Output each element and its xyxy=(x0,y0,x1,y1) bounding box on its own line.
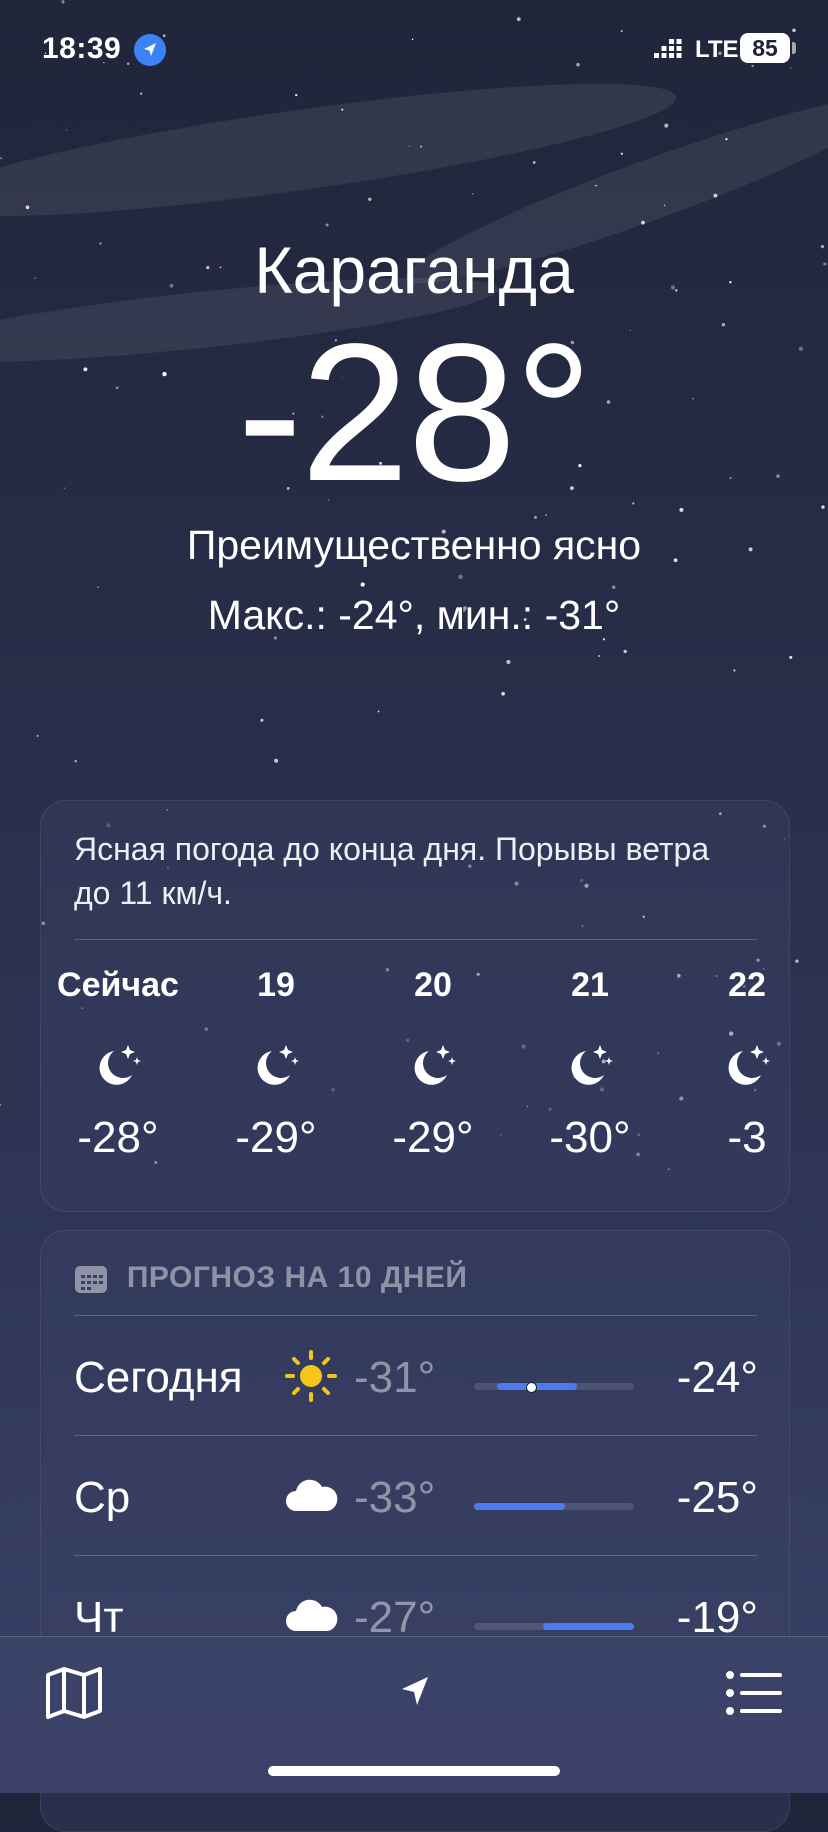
hourly-item: 22 -3 xyxy=(667,963,790,1163)
cloud-icon xyxy=(282,1467,340,1525)
day-name: Сегодня xyxy=(74,1353,243,1402)
day-high-temperature: -24° xyxy=(676,1353,758,1402)
hourly-item: 19 -29° xyxy=(196,963,356,1163)
hour-temperature: -29° xyxy=(235,1113,317,1162)
hour-label: Сейчас xyxy=(57,966,179,1004)
hour-label: 22 xyxy=(728,966,766,1004)
hour-temperature: -30° xyxy=(549,1113,631,1162)
current-temperature-dot xyxy=(526,1382,538,1393)
daily-forecast-header: ПРОГНОЗ НА 10 ДНЕЙ xyxy=(74,1253,467,1303)
current-temperature: -28° xyxy=(237,303,593,522)
day-row[interactable]: Ср -33° -25° xyxy=(74,1437,758,1555)
battery-icon: 85 xyxy=(740,33,790,63)
high-low-temperature: Макс.: -24°, мин.: -31° xyxy=(207,592,621,638)
temperature-range-fill xyxy=(542,1623,634,1630)
day-name: Ср xyxy=(74,1473,131,1522)
home-indicator[interactable] xyxy=(268,1766,560,1776)
hourly-forecast-card[interactable]: Ясная погода до конца дня. Порывы ветра … xyxy=(40,800,790,1212)
day-row[interactable]: Сегодня -31° -24° xyxy=(74,1317,758,1435)
sun-icon xyxy=(285,1350,337,1402)
hourly-item: Сейчас -28° xyxy=(41,963,198,1163)
divider xyxy=(74,1315,757,1316)
hourly-summary: Ясная погода до конца дня. Порывы ветра … xyxy=(74,831,710,911)
temperature-range-bar xyxy=(474,1503,634,1510)
status-time: 18:39 xyxy=(42,32,122,65)
hour-label: 19 xyxy=(257,966,295,1004)
hour-temperature: -3 xyxy=(727,1113,767,1162)
moon-stars-icon xyxy=(562,1037,618,1093)
cellular-signal-icon xyxy=(654,39,682,58)
temperature-range-bar xyxy=(474,1382,634,1393)
day-low-temperature: -33° xyxy=(354,1473,436,1522)
temperature-range-bar xyxy=(474,1623,634,1630)
hour-temperature: -29° xyxy=(392,1113,474,1162)
moon-stars-icon xyxy=(248,1037,304,1093)
location-arrow-icon[interactable] xyxy=(398,1673,434,1709)
divider xyxy=(74,939,757,940)
map-icon[interactable] xyxy=(44,1665,104,1721)
hourly-item: 21 -30° xyxy=(510,963,670,1163)
temperature-range-fill xyxy=(474,1503,566,1510)
list-icon[interactable] xyxy=(724,1665,784,1721)
weather-condition: Преимущественно ясно xyxy=(186,522,642,568)
city-name: Караганда xyxy=(254,233,574,307)
moon-stars-icon xyxy=(405,1037,461,1093)
battery-tip xyxy=(792,42,796,54)
status-bar: 18:39 LTE 85 xyxy=(0,0,828,100)
day-low-temperature: -31° xyxy=(354,1353,436,1402)
divider xyxy=(74,1435,757,1436)
day-high-temperature: -25° xyxy=(676,1473,758,1522)
hour-label: 21 xyxy=(571,966,609,1004)
location-services-icon xyxy=(134,34,166,66)
moon-stars-icon xyxy=(90,1037,146,1093)
hour-label: 20 xyxy=(414,966,452,1004)
calendar-icon xyxy=(75,1266,107,1294)
moon-stars-icon xyxy=(719,1037,775,1093)
hour-temperature: -28° xyxy=(77,1113,159,1162)
hourly-item: 20 -29° xyxy=(353,963,513,1163)
daily-forecast-title: ПРОГНОЗ НА 10 ДНЕЙ xyxy=(126,1261,468,1294)
network-type: LTE xyxy=(695,36,739,63)
divider xyxy=(74,1555,757,1556)
